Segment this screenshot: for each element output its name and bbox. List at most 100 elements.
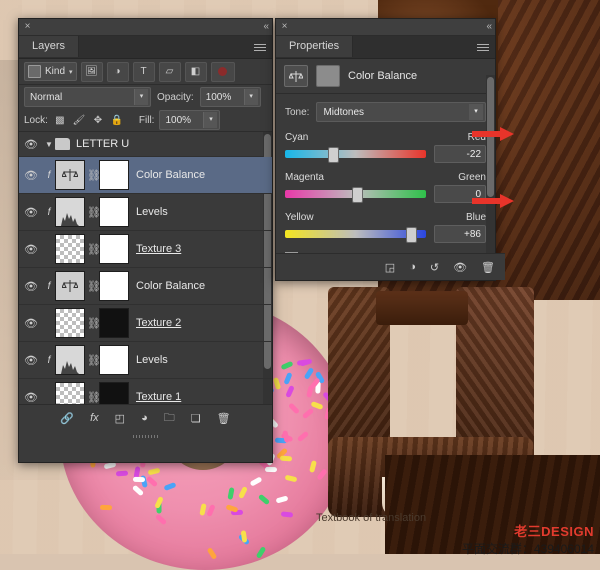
layer-mask-thumbnail[interactable] xyxy=(99,382,129,404)
lock-transparent-icon[interactable]: ▩ xyxy=(53,113,67,127)
close-icon[interactable]: × xyxy=(23,22,32,32)
visibility-icon[interactable]: 👁 xyxy=(19,169,43,182)
layer-thumbnail[interactable] xyxy=(55,308,85,338)
add-mask-icon[interactable]: ◰ xyxy=(115,412,125,425)
properties-body[interactable]: Tone: Midtones ▾ Cyan Red -22 Magenta Gr… xyxy=(276,94,495,265)
collapse-icon[interactable]: « xyxy=(263,21,268,32)
image-filter-icon[interactable]: 🖼 xyxy=(80,61,103,82)
new-layer-icon[interactable]: ❏ xyxy=(191,412,201,425)
reset-icon[interactable]: ↺ xyxy=(430,261,439,274)
layer-row[interactable]: 👁 f ⛓ Color Balance xyxy=(19,268,272,305)
visibility-icon[interactable]: 👁 xyxy=(19,317,43,330)
visibility-icon[interactable]: 👁 xyxy=(19,354,43,367)
chevron-down-icon[interactable]: ▼ xyxy=(43,140,55,149)
layer-thumbnail[interactable] xyxy=(55,345,85,375)
link-mask-icon[interactable]: ⛓ xyxy=(87,317,101,330)
delete-icon[interactable]: 🗑 xyxy=(481,261,495,274)
layer-thumbnail[interactable] xyxy=(55,197,85,227)
panel-resize-handle[interactable] xyxy=(19,431,272,442)
chevron-down-icon[interactable]: ▾ xyxy=(134,89,148,105)
layer-row[interactable]: 👁 f ⛓ Color Balance xyxy=(19,157,272,194)
magenta-green-slider-block[interactable]: Magenta Green 0 xyxy=(285,172,486,203)
close-icon[interactable]: × xyxy=(280,22,289,32)
visibility-icon[interactable]: 👁 xyxy=(19,206,43,219)
slider-handle[interactable] xyxy=(351,187,363,203)
chevron-down-icon[interactable]: ▾ xyxy=(203,112,218,128)
layers-tab-row[interactable]: Layers xyxy=(19,36,272,59)
layer-row[interactable]: 👁 f ⛓ Levels xyxy=(19,194,272,231)
link-mask-icon[interactable]: ⛓ xyxy=(87,206,101,219)
layer-filter-row[interactable]: Kind ▾ 🖼 ◑ T ▱ ◧ xyxy=(19,59,272,85)
layers-panel[interactable]: × « Layers Kind ▾ 🖼 ◑ T ▱ ◧ Normal ▾ Opa… xyxy=(18,18,273,463)
text-filter-icon[interactable]: T xyxy=(132,61,155,82)
toggle-visibility-icon[interactable]: 👁 xyxy=(453,261,467,274)
shape-filter-icon[interactable]: ▱ xyxy=(158,61,181,82)
new-group-icon[interactable]: 🗀 xyxy=(164,409,175,428)
layer-mask-thumbnail[interactable] xyxy=(99,308,129,338)
link-layers-icon[interactable]: 🔗 xyxy=(60,412,74,425)
lock-image-icon[interactable]: 🖌 xyxy=(72,113,86,127)
layer-thumbnail[interactable] xyxy=(55,160,85,190)
tone-select[interactable]: Midtones ▾ xyxy=(316,102,486,122)
properties-panel[interactable]: × « Properties Color Balance Tone: Midto… xyxy=(275,18,505,281)
layer-thumbnail[interactable] xyxy=(55,271,85,301)
layers-panel-titlebar[interactable]: × « xyxy=(19,19,272,36)
layer-list[interactable]: 👁 ▼ LETTER U 👁 f ⛓ Color Balance 👁 f ⛓ Levels 👁 ⛓ Tex… xyxy=(19,132,272,404)
lock-row[interactable]: Lock: ▩ 🖌 ✥ 🔒 Fill: 100% ▾ xyxy=(19,109,272,132)
layer-mask-thumbnail[interactable] xyxy=(99,345,129,375)
layer-thumbnail[interactable] xyxy=(55,382,85,404)
filter-kind-select[interactable]: Kind ▾ xyxy=(24,62,77,81)
chevron-down-icon[interactable]: ▾ xyxy=(243,89,258,105)
cyan-red-value[interactable]: -22 xyxy=(434,145,486,163)
smartobject-filter-icon[interactable]: ◧ xyxy=(184,61,207,82)
layers-panel-footer[interactable]: 🔗 fx ◰ ◕ 🗀 ❏ 🗑 xyxy=(19,404,272,431)
clip-to-layer-icon[interactable]: ◲ xyxy=(385,261,395,274)
yellow-blue-slider[interactable] xyxy=(285,227,426,243)
slider-handle[interactable] xyxy=(327,147,339,163)
properties-panel-titlebar[interactable]: × « xyxy=(276,19,495,36)
previous-state-icon[interactable]: ◑ xyxy=(409,261,416,273)
panel-menu-icon[interactable] xyxy=(254,42,266,52)
lock-position-icon[interactable]: ✥ xyxy=(91,113,105,127)
blend-mode-row[interactable]: Normal ▾ Opacity: 100% ▾ xyxy=(19,85,272,109)
properties-tab-row[interactable]: Properties xyxy=(276,36,495,59)
layer-mask-thumbnail[interactable] xyxy=(99,197,129,227)
fill-value-field[interactable]: 100% ▾ xyxy=(159,110,221,130)
layer-thumbnail[interactable] xyxy=(55,234,85,264)
chevron-down-icon[interactable]: ▾ xyxy=(69,68,73,76)
visibility-icon[interactable]: 👁 xyxy=(19,243,43,256)
layer-mask-thumbnail[interactable] xyxy=(99,160,129,190)
layer-group-row[interactable]: 👁 ▼ LETTER U xyxy=(19,132,272,157)
layer-mask-thumbnail[interactable] xyxy=(99,234,129,264)
properties-panel-footer[interactable]: ◲ ◑ ↺ 👁 🗑 xyxy=(276,253,505,280)
lock-all-icon[interactable]: 🔒 xyxy=(110,113,124,127)
layer-row[interactable]: 👁 ⛓ Texture 1 xyxy=(19,379,272,404)
magenta-green-slider[interactable] xyxy=(285,187,426,203)
layer-row[interactable]: 👁 ⛓ Texture 3 xyxy=(19,231,272,268)
layer-row[interactable]: 👁 f ⛓ Levels xyxy=(19,342,272,379)
adjustment-filter-icon[interactable]: ◑ xyxy=(106,61,129,82)
layer-mask-thumbnail[interactable] xyxy=(99,271,129,301)
filter-toggle[interactable] xyxy=(210,61,235,82)
link-mask-icon[interactable]: ⛓ xyxy=(87,243,101,256)
link-mask-icon[interactable]: ⛓ xyxy=(87,280,101,293)
panel-menu-icon[interactable] xyxy=(477,42,489,52)
link-mask-icon[interactable]: ⛓ xyxy=(87,391,101,404)
link-mask-icon[interactable]: ⛓ xyxy=(87,169,101,182)
tone-row[interactable]: Tone: Midtones ▾ xyxy=(285,102,486,122)
blend-mode-select[interactable]: Normal ▾ xyxy=(24,87,151,107)
tab-properties[interactable]: Properties xyxy=(276,36,354,57)
chevron-down-icon[interactable]: ▾ xyxy=(469,104,483,120)
yellow-blue-slider-block[interactable]: Yellow Blue +86 xyxy=(285,212,486,243)
opacity-value-field[interactable]: 100% ▾ xyxy=(199,87,261,107)
new-adjustment-icon[interactable]: ◕ xyxy=(141,412,148,424)
layer-row[interactable]: 👁 ⛓ Texture 2 xyxy=(19,305,272,342)
properties-scrollbar[interactable] xyxy=(486,75,495,255)
link-mask-icon[interactable]: ⛓ xyxy=(87,354,101,367)
cyan-red-slider[interactable] xyxy=(285,147,426,163)
yellow-blue-value[interactable]: +86 xyxy=(434,225,486,243)
visibility-icon[interactable]: 👁 xyxy=(19,280,43,293)
slider-handle[interactable] xyxy=(406,227,418,243)
add-style-icon[interactable]: fx xyxy=(90,412,99,424)
delete-layer-icon[interactable]: 🗑 xyxy=(217,412,231,425)
